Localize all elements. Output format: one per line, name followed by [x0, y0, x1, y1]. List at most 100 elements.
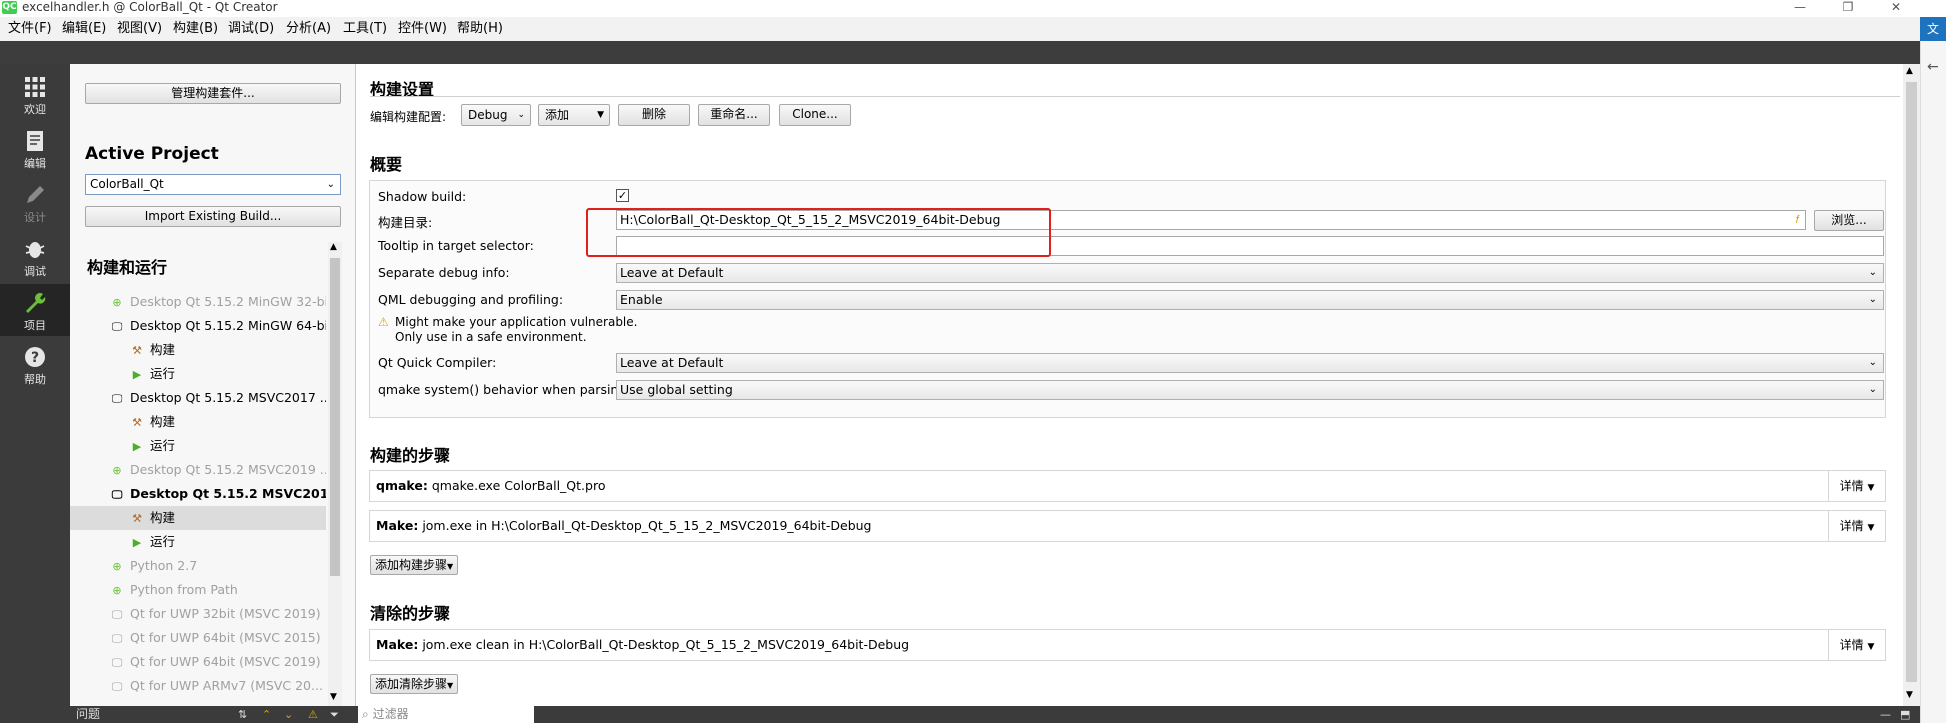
step-details-button[interactable]: 详情 ▼: [1828, 511, 1885, 541]
qtquick-compiler-value: Leave at Default: [620, 355, 724, 370]
mode-projects[interactable]: 项目: [0, 284, 70, 336]
qtquick-compiler-label: Qt Quick Compiler:: [378, 355, 497, 370]
step-detail: qmake.exe ColorBall_Qt.pro: [431, 478, 606, 493]
kit-item[interactable]: ⊕ Python 2.7: [70, 554, 326, 578]
minimize-button[interactable]: —: [1780, 0, 1820, 16]
mode-edit[interactable]: 编辑: [0, 122, 70, 174]
build-config-select[interactable]: Debug ⌄: [461, 104, 531, 126]
filter-icon[interactable]: ⏷: [330, 706, 339, 723]
minimize-pane-icon[interactable]: —: [1880, 706, 1891, 723]
manage-kits-button[interactable]: 管理构建套件...: [85, 83, 341, 104]
scroll-up-icon[interactable]: ▲: [330, 242, 337, 252]
build-dir-label: 构建目录:: [378, 215, 433, 230]
divider: [370, 96, 1900, 97]
build-config-value: Debug: [468, 108, 508, 122]
bug-icon: [25, 242, 45, 258]
mode-welcome-label: 欢迎: [24, 103, 46, 116]
chevron-down-icon: ⌄: [1868, 267, 1877, 278]
add-build-step-button[interactable]: 添加构建步骤▼: [370, 555, 459, 575]
warning-filter-icon[interactable]: ⚠: [308, 706, 318, 723]
kit-build-item[interactable]: ⚒ 构建: [70, 338, 326, 362]
step-details-button[interactable]: 详情 ▼: [1828, 630, 1885, 660]
scroll-down-icon[interactable]: ▼: [330, 692, 337, 702]
menu-edit[interactable]: 编辑(E): [56, 17, 112, 41]
mode-welcome[interactable]: 欢迎: [0, 68, 70, 120]
active-project-select[interactable]: ColorBall_Qt ⌄: [85, 174, 341, 195]
menu-analyze[interactable]: 分析(A): [280, 17, 337, 41]
kit-item-active[interactable]: 🖵Desktop Qt 5.15.2 MSVC2019...: [70, 482, 326, 506]
mode-sidebar: 欢迎 编辑 设计 调试 项目 ? 帮助: [0, 64, 70, 706]
menu-help[interactable]: 帮助(H): [451, 17, 509, 41]
build-step-qmake[interactable]: qmake: qmake.exe ColorBall_Qt.pro 详情 ▼: [369, 470, 1886, 502]
kit-item[interactable]: 🖵 Desktop Qt 5.15.2 MSVC2017 ...: [70, 386, 326, 410]
scroll-up-icon[interactable]: ▲: [1906, 66, 1913, 76]
close-button[interactable]: ✕: [1876, 0, 1916, 16]
menu-tools[interactable]: 工具(T): [337, 17, 393, 41]
separate-debug-select[interactable]: Leave at Default ⌄: [616, 263, 1884, 283]
back-arrow-icon[interactable]: ←: [1927, 59, 1939, 75]
build-step-make[interactable]: Make: jom.exe in H:\ColorBall_Qt-Desktop…: [369, 510, 1886, 542]
right-side-tab[interactable]: 文: [1920, 17, 1946, 41]
mode-help[interactable]: ? 帮助: [0, 338, 70, 390]
step-details-button[interactable]: 详情 ▼: [1828, 471, 1885, 501]
kit-item[interactable]: ⊕ Python from Path: [70, 578, 326, 602]
qtquick-compiler-select[interactable]: Leave at Default ⌄: [616, 353, 1884, 373]
tree-scroll-thumb[interactable]: [330, 258, 340, 576]
sort-icon[interactable]: ⇅: [238, 706, 247, 723]
add-config-button[interactable]: 添加 ▼: [538, 104, 610, 126]
add-clean-step-button[interactable]: 添加清除步骤▼: [370, 674, 459, 694]
mode-debug[interactable]: 调试: [0, 230, 70, 282]
qmake-system-select[interactable]: Use global setting ⌄: [616, 380, 1884, 400]
play-icon: ▶: [132, 536, 142, 549]
main-scroll-thumb[interactable]: [1906, 82, 1917, 682]
delete-config-button[interactable]: 删除: [618, 104, 690, 126]
step-name: qmake:: [376, 478, 428, 493]
title-bar: QC excelhandler.h @ ColorBall_Qt - Qt Cr…: [0, 0, 1946, 16]
menu-controls[interactable]: 控件(W): [392, 17, 453, 41]
import-existing-build-button[interactable]: Import Existing Build...: [85, 206, 341, 227]
chevron-down-icon: ⌄: [1868, 357, 1877, 368]
browse-button[interactable]: 浏览...: [1814, 210, 1884, 231]
hammer-icon: ⚒: [132, 416, 142, 429]
restore-button[interactable]: ❐: [1828, 0, 1868, 16]
scroll-down-icon[interactable]: ▼: [1906, 690, 1913, 700]
shadow-build-checkbox[interactable]: ✓: [616, 189, 629, 202]
tree-scrollbar[interactable]: ▲ ▼: [328, 242, 342, 706]
kit-item[interactable]: 🖵 Qt for UWP 64bit (MSVC 2019): [70, 650, 326, 674]
variable-chooser-icon[interactable]: 𝑓: [1796, 211, 1799, 229]
menu-view[interactable]: 视图(V): [111, 17, 168, 41]
issues-tab[interactable]: 问题: [76, 706, 100, 723]
clone-config-button[interactable]: Clone...: [779, 104, 851, 126]
kit-item[interactable]: 🖵 Qt for UWP 64bit (MSVC 2015): [70, 626, 326, 650]
kit-run-item[interactable]: ▶ 运行: [70, 362, 326, 386]
menu-file[interactable]: 文件(F): [2, 17, 58, 41]
issues-filter-input[interactable]: ⌕ 过滤器: [358, 706, 534, 723]
kit-item[interactable]: 🖵 Qt for UWP ARMv7 (MSVC 20...: [70, 674, 326, 698]
edit-config-label: 编辑构建配置:: [370, 110, 447, 124]
menu-build[interactable]: 构建(B): [167, 17, 224, 41]
next-issue-icon[interactable]: ⌄: [284, 706, 293, 723]
build-steps-heading: 构建的步骤: [370, 446, 451, 465]
kit-run-item[interactable]: ▶ 运行: [70, 530, 326, 554]
main-scrollbar[interactable]: ▲ ▼: [1903, 64, 1920, 706]
chevron-down-icon: ⌄: [517, 110, 525, 120]
prev-issue-icon[interactable]: ⌃: [262, 706, 271, 723]
rename-config-button[interactable]: 重命名...: [698, 104, 770, 126]
qml-debug-select[interactable]: Enable ⌄: [616, 290, 1884, 310]
dropdown-arrow-icon: ▼: [1867, 483, 1875, 493]
kit-item[interactable]: ⊕ Desktop Qt 5.15.2 MSVC2019 ...: [70, 458, 326, 482]
search-icon: ⌕: [362, 707, 369, 721]
kit-item[interactable]: 🖵 Desktop Qt 5.15.2 MinGW 64-bit: [70, 314, 326, 338]
mode-debug-label: 调试: [24, 265, 46, 278]
menu-debug[interactable]: 调试(D): [222, 17, 280, 41]
kit-run-item[interactable]: ▶ 运行: [70, 434, 326, 458]
step-name: Make:: [376, 518, 419, 533]
kit-item[interactable]: ⊕ Desktop Qt 5.15.2 MinGW 32-bit: [70, 290, 326, 314]
mode-design[interactable]: 设计: [0, 176, 70, 228]
kit-build-item[interactable]: ⚒ 构建: [70, 410, 326, 434]
active-project-value: ColorBall_Qt: [90, 177, 164, 191]
maximize-pane-icon[interactable]: ⬒: [1900, 706, 1910, 723]
kit-item[interactable]: 🖵 Qt for UWP 32bit (MSVC 2019): [70, 602, 326, 626]
clean-step-make[interactable]: Make: jom.exe clean in H:\ColorBall_Qt-D…: [369, 629, 1886, 661]
kit-build-item-selected[interactable]: ⚒ 构建: [70, 506, 326, 530]
